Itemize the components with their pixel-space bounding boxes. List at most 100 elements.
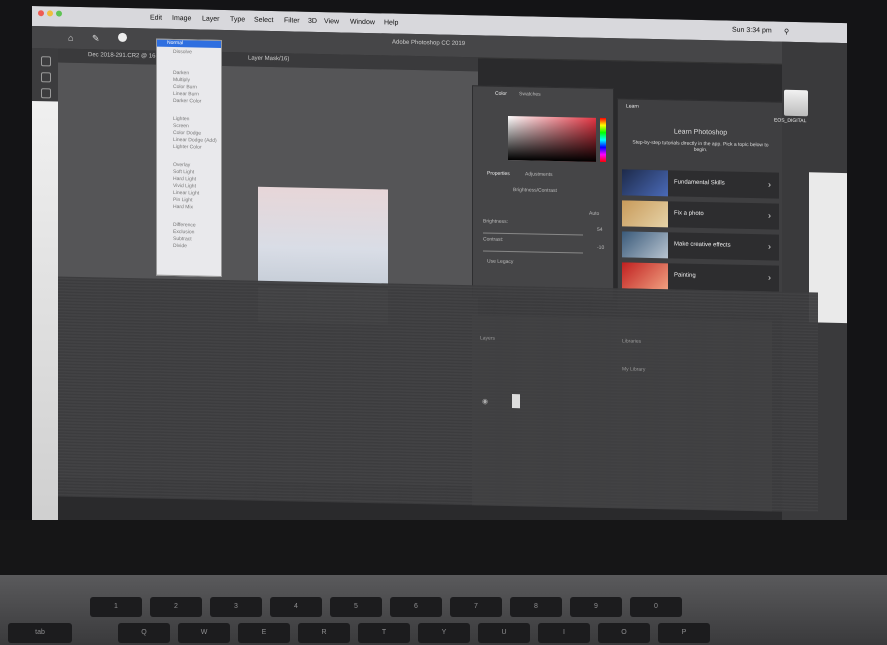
blend-option[interactable]: Color Burn — [173, 84, 197, 91]
home-icon[interactable]: ⌂ — [68, 33, 73, 43]
menu-layer[interactable]: Layer — [202, 16, 220, 23]
my-library-label[interactable]: My Library — [622, 366, 645, 372]
marquee-tool-icon[interactable] — [41, 72, 51, 83]
contrast-value[interactable]: -10 — [597, 245, 604, 251]
properties-tab[interactable]: Properties — [487, 171, 510, 177]
key-tab[interactable]: tab — [8, 623, 72, 643]
blend-option[interactable]: Linear Dodge (Add) — [173, 137, 217, 144]
blend-option[interactable]: Overlay — [173, 162, 190, 168]
eye-icon[interactable]: ◉ — [482, 397, 488, 405]
blend-option[interactable]: Darken — [173, 70, 189, 76]
close-window-icon[interactable] — [38, 10, 44, 17]
menu-help[interactable]: Help — [384, 19, 398, 26]
use-legacy-checkbox[interactable]: Use Legacy — [487, 259, 513, 266]
brightness-slider[interactable] — [483, 232, 583, 236]
blend-option[interactable]: Darker Color — [173, 98, 201, 105]
brightness-value[interactable]: 54 — [597, 227, 603, 233]
laptop-screen: Edit Image Layer Type Select Filter 3D V… — [32, 6, 847, 544]
blend-option[interactable]: Difference — [173, 222, 196, 228]
menu-edit[interactable]: Edit — [150, 14, 162, 21]
key-w[interactable]: W — [178, 623, 230, 643]
color-picker-field[interactable] — [508, 115, 596, 162]
learn-card-label: Fundamental Skills — [674, 179, 725, 187]
blend-option[interactable]: Vivid Light — [173, 183, 196, 189]
blend-option[interactable]: Exclusion — [173, 229, 194, 235]
key-u[interactable]: U — [478, 623, 530, 643]
menu-filter[interactable]: Filter — [284, 17, 300, 24]
brush-tool-icon[interactable]: ✎ — [92, 33, 100, 44]
blend-option[interactable]: Lighter Color — [173, 144, 202, 151]
key-7[interactable]: 7 — [450, 597, 502, 617]
blend-option[interactable]: Divide — [173, 243, 187, 249]
key-i[interactable]: I — [538, 623, 590, 643]
layers-panel: Layers Libraries My Library ◉ — [472, 315, 772, 512]
key-o[interactable]: O — [598, 623, 650, 643]
drive-icon[interactable] — [784, 89, 808, 117]
zoom-window-icon[interactable] — [56, 10, 62, 17]
key-0[interactable]: 0 — [630, 597, 682, 617]
key-t[interactable]: T — [358, 623, 410, 643]
brush-size-icon[interactable] — [118, 32, 127, 42]
menu-window[interactable]: Window — [350, 19, 375, 27]
chevron-right-icon: › — [768, 179, 771, 190]
key-5[interactable]: 5 — [330, 597, 382, 617]
key-e[interactable]: E — [238, 623, 290, 643]
menu-image[interactable]: Image — [172, 15, 191, 22]
key-y[interactable]: Y — [418, 623, 470, 643]
blend-option[interactable]: Dissolve — [173, 49, 192, 55]
blend-option[interactable]: Multiply — [173, 77, 190, 83]
layer-mask-tab[interactable]: Layer Mask/16) — [248, 56, 289, 63]
laptop-keyboard-deck: 1 2 3 4 5 6 7 8 9 0 tab Q W E R T Y U I … — [0, 575, 887, 645]
key-q[interactable]: Q — [118, 623, 170, 643]
blend-option[interactable]: Pin Light — [173, 197, 192, 203]
key-p[interactable]: P — [658, 623, 710, 643]
learn-card-fix-a-photo[interactable]: Fix a photo › — [622, 200, 779, 230]
menu-view[interactable]: View — [324, 18, 339, 25]
move-tool-icon[interactable] — [41, 56, 51, 67]
blend-option[interactable]: Color Dodge — [173, 130, 201, 137]
blend-mode-dropdown[interactable]: Normal Dissolve Darken Multiply Color Bu… — [156, 38, 222, 277]
blend-mode-selected[interactable]: Normal — [157, 39, 221, 48]
key-1[interactable]: 1 — [90, 597, 142, 617]
adjustments-tab[interactable]: Adjustments — [525, 171, 553, 178]
blend-option[interactable]: Linear Light — [173, 190, 199, 197]
search-icon[interactable]: ⚲ — [784, 28, 789, 36]
key-3[interactable]: 3 — [210, 597, 262, 617]
auto-button[interactable]: Auto — [589, 211, 599, 217]
menu-type[interactable]: Type — [230, 16, 245, 23]
learn-card-painting[interactable]: Painting › — [622, 262, 779, 292]
adjustment-name: Brightness/Contrast — [513, 187, 557, 194]
layers-tab[interactable]: Layers — [480, 335, 495, 341]
hue-slider[interactable] — [600, 117, 606, 163]
brightness-label: Brightness: — [483, 218, 509, 225]
clock: Sun 3:34 pm — [732, 26, 772, 35]
learn-card-fundamental-skills[interactable]: Fundamental Skills › — [622, 169, 779, 199]
blend-option[interactable]: Soft Light — [173, 169, 194, 175]
minimize-window-icon[interactable] — [47, 10, 53, 17]
menu-3d[interactable]: 3D — [308, 18, 317, 25]
blend-option[interactable]: Lighten — [173, 116, 189, 122]
blend-option[interactable]: Hard Mix — [173, 204, 193, 210]
lasso-tool-icon[interactable] — [41, 88, 51, 99]
key-6[interactable]: 6 — [390, 597, 442, 617]
blend-option[interactable]: Linear Burn — [173, 91, 199, 98]
key-4[interactable]: 4 — [270, 597, 322, 617]
blend-option[interactable]: Screen — [173, 123, 189, 129]
left-glare — [32, 101, 58, 527]
blend-option[interactable]: Subtract — [173, 236, 192, 242]
menu-select[interactable]: Select — [254, 17, 273, 24]
key-9[interactable]: 9 — [570, 597, 622, 617]
libraries-tab[interactable]: Libraries — [622, 338, 641, 344]
contrast-slider[interactable] — [483, 250, 583, 254]
blend-option[interactable]: Hard Light — [173, 176, 196, 182]
key-r[interactable]: R — [298, 623, 350, 643]
learn-tab[interactable]: Learn — [626, 103, 639, 109]
layer-thumbnail[interactable] — [512, 394, 520, 409]
document-tab[interactable]: Dec 2018-291.CR2 @ 16.7 — [88, 52, 160, 60]
key-2[interactable]: 2 — [150, 597, 202, 617]
learn-panel: Learn Learn Photoshop Step-by-step tutor… — [617, 98, 784, 314]
swatches-tab[interactable]: Swatches — [519, 91, 541, 97]
key-8[interactable]: 8 — [510, 597, 562, 617]
color-tab[interactable]: Color — [495, 91, 507, 97]
learn-card-make-creative-effects[interactable]: Make creative effects › — [622, 231, 779, 261]
